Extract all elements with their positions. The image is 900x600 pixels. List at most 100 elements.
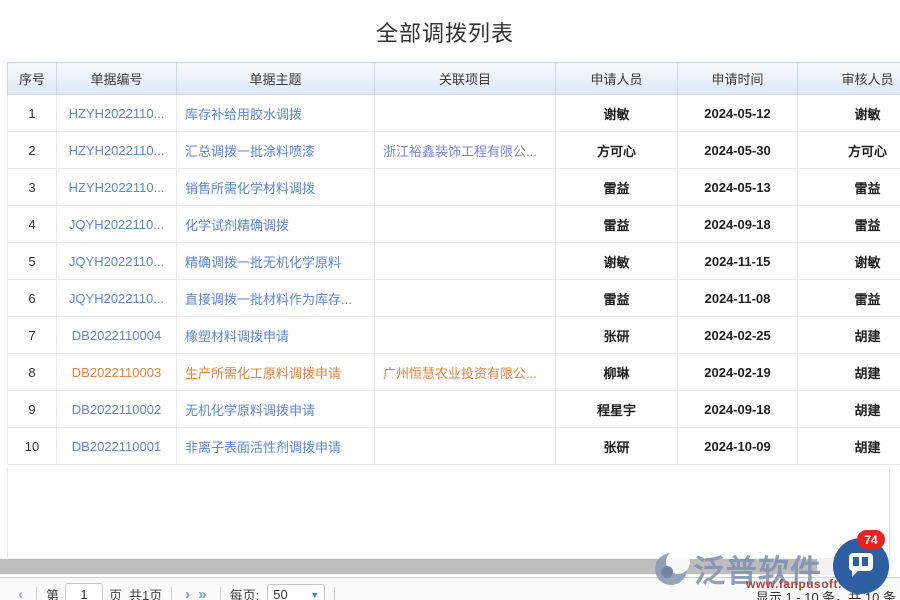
doc-subject-link[interactable]: 直接调拨一批材料作为库存... [185, 292, 352, 307]
doc-subject-link[interactable]: 汇总调拨一批涂料喷漆 [185, 144, 315, 159]
divider [171, 587, 172, 600]
divider [220, 587, 221, 600]
doc-code-link[interactable]: DB2022110003 [72, 365, 161, 380]
project-link[interactable]: 浙江裕鑫装饰工程有限公... [383, 144, 537, 159]
apply-date-cell: 2024-05-13 [678, 169, 798, 206]
fanpu-logo-icon [652, 549, 690, 587]
apply-date-cell: 2024-05-12 [678, 95, 798, 132]
doc-code-link[interactable]: JQYH2022110... [69, 254, 164, 269]
col-header-doc-subject[interactable]: 单据主题 [177, 63, 375, 95]
applicant-cell: 张研 [556, 428, 678, 465]
reviewer-cell: 谢敏 [798, 243, 900, 280]
total-pages-label: 共1页 [129, 585, 162, 600]
table-row: 3 HZYH2022110... 销售所需化学材料调拨 雷益 2024-05-1… [8, 169, 900, 206]
doc-subject-link[interactable]: 精确调拨一批无机化学原料 [185, 255, 341, 270]
applicant-cell: 谢敏 [556, 243, 678, 280]
chat-bubble-icon [849, 553, 873, 571]
doc-subject-link[interactable]: 生产所需化工原料调拨申请 [185, 366, 341, 381]
reviewer-cell: 雷益 [798, 206, 900, 243]
table-row: 2 HZYH2022110... 汇总调拨一批涂料喷漆 浙江裕鑫装饰工程有限公.… [8, 132, 900, 169]
prev-page-button[interactable]: ‹ [18, 587, 23, 600]
apply-date-cell: 2024-11-08 [678, 280, 798, 317]
row-index-cell: 7 [8, 317, 57, 354]
page-label-prefix: 第 [46, 585, 59, 600]
doc-code-link[interactable]: HZYH2022110... [69, 143, 165, 158]
row-index-cell: 9 [8, 391, 57, 428]
row-index-cell: 2 [8, 132, 57, 169]
doc-subject-link[interactable]: 橡塑材料调拨申请 [185, 329, 289, 344]
transfer-table: 序号 单据编号 单据主题 关联项目 申请人员 申请时间 审核人员 1 HZYH2… [7, 62, 900, 465]
table-header-row: 序号 单据编号 单据主题 关联项目 申请人员 申请时间 审核人员 [8, 63, 900, 95]
col-header-reviewer[interactable]: 审核人员 [798, 63, 900, 95]
doc-code-link[interactable]: DB2022110004 [72, 328, 161, 343]
notification-badge: 74 [857, 530, 885, 549]
doc-subject-link[interactable]: 无机化学原料调拨申请 [185, 403, 315, 418]
reviewer-cell: 胡建 [798, 428, 900, 465]
reviewer-cell: 胡建 [798, 354, 900, 391]
grid-right-border [889, 467, 890, 558]
row-index-cell: 6 [8, 280, 57, 317]
reviewer-cell: 方可心 [798, 132, 900, 169]
apply-date-cell: 2024-11-15 [678, 243, 798, 280]
table-row: 7 DB2022110004 橡塑材料调拨申请 张研 2024-02-25 胡建 [8, 317, 900, 354]
reviewer-cell: 雷益 [798, 280, 900, 317]
applicant-cell: 雷益 [556, 206, 678, 243]
transfer-list-page: 全部调拨列表 序号 单据编号 单据主题 关联项目 申请人员 申请时间 审核人员 … [0, 0, 900, 600]
applicant-cell: 雷益 [556, 169, 678, 206]
table-row: 8 DB2022110003 生产所需化工原料调拨申请 广州恒慧农业投资有限公.… [8, 354, 900, 391]
table-row: 10 DB2022110001 非离子表面活性剂调拨申请 张研 2024-10-… [8, 428, 900, 465]
col-header-apply-date[interactable]: 申请时间 [678, 63, 798, 95]
grid-left-border [7, 467, 8, 558]
doc-code-link[interactable]: JQYH2022110... [69, 217, 164, 232]
chevron-down-icon: ▼ [310, 590, 319, 600]
divider [36, 587, 37, 600]
apply-date-cell: 2024-09-18 [678, 206, 798, 243]
last-page-button[interactable]: » [198, 587, 206, 600]
table-row: 1 HZYH2022110... 库存补给用胶水调拨 谢敏 2024-05-12… [8, 95, 900, 132]
doc-code-link[interactable]: JQYH2022110... [69, 291, 164, 306]
row-index-cell: 3 [8, 169, 57, 206]
table-row: 9 DB2022110002 无机化学原料调拨申请 程星宇 2024-09-18… [8, 391, 900, 428]
page-title: 全部调拨列表 [0, 16, 890, 48]
col-header-doc-code[interactable]: 单据编号 [57, 63, 177, 95]
row-index-cell: 5 [8, 243, 57, 280]
row-index-cell: 10 [8, 428, 57, 465]
col-header-applicant[interactable]: 申请人员 [556, 63, 678, 95]
table-row: 4 JQYH2022110... 化学试剂精确调拨 雷益 2024-09-18 … [8, 206, 900, 243]
applicant-cell: 柳琳 [556, 354, 678, 391]
doc-code-link[interactable]: HZYH2022110... [69, 106, 165, 121]
doc-subject-link[interactable]: 销售所需化学材料调拨 [185, 181, 315, 196]
doc-subject-link[interactable]: 库存补给用胶水调拨 [185, 107, 302, 122]
row-index-cell: 4 [8, 206, 57, 243]
apply-date-cell: 2024-09-18 [678, 391, 798, 428]
page-size-select[interactable]: 50 ▼ [267, 584, 325, 600]
page-number-input[interactable] [65, 583, 103, 600]
doc-subject-link[interactable]: 化学试剂精确调拨 [185, 218, 289, 233]
reviewer-cell: 胡建 [798, 391, 900, 428]
applicant-cell: 张研 [556, 317, 678, 354]
apply-date-cell: 2024-05-30 [678, 132, 798, 169]
col-header-index[interactable]: 序号 [8, 63, 57, 95]
doc-subject-link[interactable]: 非离子表面活性剂调拨申请 [185, 440, 341, 455]
doc-code-link[interactable]: DB2022110001 [72, 439, 161, 454]
table-row: 5 JQYH2022110... 精确调拨一批无机化学原料 谢敏 2024-11… [8, 243, 900, 280]
apply-date-cell: 2024-02-25 [678, 317, 798, 354]
row-index-cell: 1 [8, 95, 57, 132]
table-row: 6 JQYH2022110... 直接调拨一批材料作为库存... 雷益 2024… [8, 280, 900, 317]
project-link[interactable]: 广州恒慧农业投资有限公... [383, 366, 537, 381]
col-header-project[interactable]: 关联项目 [375, 63, 556, 95]
doc-code-link[interactable]: HZYH2022110... [69, 180, 165, 195]
applicant-cell: 程星宇 [556, 391, 678, 428]
row-index-cell: 8 [8, 354, 57, 391]
reviewer-cell: 胡建 [798, 317, 900, 354]
applicant-cell: 方可心 [556, 132, 678, 169]
applicant-cell: 雷益 [556, 280, 678, 317]
reviewer-cell: 雷益 [798, 169, 900, 206]
page-label-suffix: 页 [109, 585, 122, 600]
reviewer-cell: 谢敏 [798, 95, 900, 132]
applicant-cell: 谢敏 [556, 95, 678, 132]
apply-date-cell: 2024-02-19 [678, 354, 798, 391]
apply-date-cell: 2024-10-09 [678, 428, 798, 465]
doc-code-link[interactable]: DB2022110002 [72, 402, 161, 417]
next-page-button[interactable]: › [185, 587, 190, 600]
